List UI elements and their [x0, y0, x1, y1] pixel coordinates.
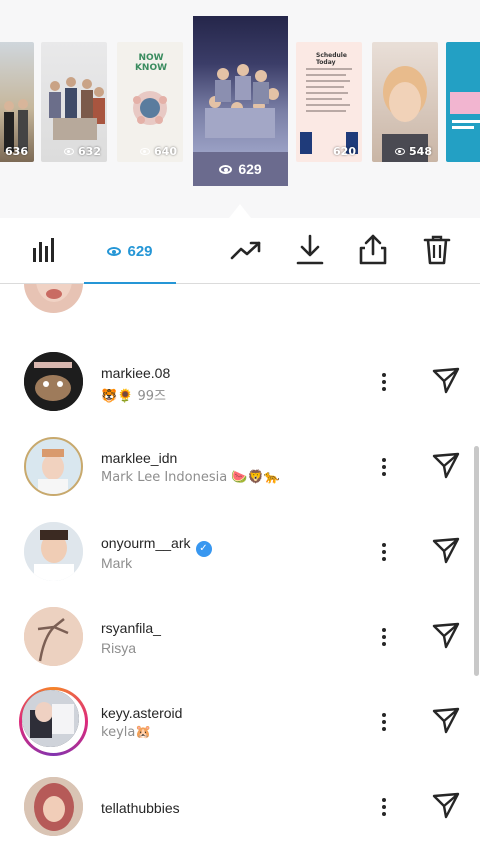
thumbnail-photo: [133, 91, 167, 125]
eye-icon: [140, 148, 151, 155]
share-button[interactable]: [355, 232, 391, 268]
story-thumbnail-5[interactable]: Schedule Today 620: [296, 42, 362, 162]
viewer-username[interactable]: rsyanfila_: [101, 620, 161, 636]
more-options-button[interactable]: [374, 539, 394, 565]
viewer-row[interactable]: onyourm__ark ✓ Mark: [0, 509, 480, 594]
story-viewers-sheet: 636 632 NOW KNOW 640 629 Schedule Today …: [0, 0, 480, 843]
thumbnail-photo: [300, 68, 358, 154]
story-ring[interactable]: [19, 687, 88, 756]
selected-story-pointer: [229, 204, 251, 218]
avatar[interactable]: [24, 437, 83, 496]
share-icon: [359, 234, 387, 265]
bar-chart-icon: [33, 238, 54, 262]
download-button[interactable]: [292, 232, 328, 268]
viewers-tab[interactable]: 629: [84, 218, 176, 284]
send-icon[interactable]: [430, 620, 462, 652]
story-thumbnail-6[interactable]: 548: [372, 42, 438, 162]
eye-icon: [219, 164, 233, 174]
viewer-row[interactable]: keyy.asteroid keyla🐹: [0, 679, 480, 764]
viewer-row[interactable]: temporaryyside 우유: [0, 284, 480, 327]
avatar[interactable]: [24, 777, 83, 836]
viewers-list[interactable]: temporaryyside 우유 markiee.08 🐯🌻 99즈 mark…: [0, 284, 480, 843]
viewer-username[interactable]: tellathubbies: [101, 800, 180, 816]
viewers-tab-count: 629: [127, 242, 153, 260]
send-icon[interactable]: [430, 450, 462, 482]
send-icon[interactable]: [430, 790, 462, 822]
avatar-image: [24, 607, 83, 666]
viewer-row[interactable]: markiee.08 🐯🌻 99즈: [0, 339, 480, 424]
viewer-full-name: Mark Lee Indonesia 🍉🦁🐆: [101, 470, 280, 485]
thumbnail-photo: [49, 77, 105, 140]
thumbnail-view-count: 632: [64, 145, 101, 158]
story-thumbnail-strip[interactable]: 636 632 NOW KNOW 640 629 Schedule Today …: [0, 0, 480, 218]
more-options-button[interactable]: [374, 454, 394, 480]
avatar-image: [24, 777, 83, 836]
delete-button[interactable]: [419, 232, 455, 268]
thumbnail-view-count: 640: [140, 145, 177, 158]
thumbnail-view-count: 620: [333, 145, 356, 158]
thumbnail-photo: [4, 99, 28, 152]
avatar[interactable]: [24, 284, 83, 313]
avatar-image: [38, 449, 68, 494]
viewer-username[interactable]: markiee.08: [101, 365, 170, 381]
more-options-button[interactable]: [374, 369, 394, 395]
send-icon[interactable]: [430, 535, 462, 567]
eye-icon: [395, 148, 406, 155]
avatar[interactable]: [24, 352, 83, 411]
trending-up-icon: [230, 241, 261, 260]
scrollbar[interactable]: [474, 446, 479, 676]
viewer-row[interactable]: rsyanfila_ Risya: [0, 594, 480, 679]
story-thumbnail-1[interactable]: 636: [0, 42, 34, 162]
more-options-button[interactable]: [374, 709, 394, 735]
viewer-full-name: keyla🐹: [101, 725, 152, 740]
thumbnail-photo-art: [205, 64, 279, 138]
send-icon[interactable]: [430, 365, 462, 397]
viewer-username[interactable]: onyourm__ark ✓: [101, 535, 212, 557]
avatar[interactable]: [22, 690, 79, 747]
avatar[interactable]: [24, 522, 83, 581]
thumbnail-photo: [382, 66, 428, 162]
insights-tab[interactable]: [26, 232, 60, 268]
eye-icon: [107, 246, 122, 256]
avatar-image: [24, 352, 83, 411]
more-options-button[interactable]: [374, 794, 394, 820]
viewer-full-name: 🐯🌻 99즈: [101, 389, 167, 404]
avatar-image: [24, 522, 83, 581]
viewer-full-name: Risya: [101, 640, 137, 656]
story-thumbnail-3[interactable]: NOW KNOW 640: [117, 42, 183, 162]
viewer-username[interactable]: marklee_idn: [101, 450, 177, 466]
story-thumbnail-selected[interactable]: 629: [193, 16, 288, 186]
avatar-image: [22, 690, 79, 747]
more-options-button[interactable]: [374, 624, 394, 650]
viewer-username[interactable]: keyy.asteroid: [101, 705, 182, 721]
trash-icon: [423, 235, 451, 265]
thumbnail-photo: [193, 16, 288, 152]
viewer-full-name: Mark: [101, 555, 133, 571]
promote-button[interactable]: [228, 232, 264, 268]
viewer-row[interactable]: tellathubbies: [0, 764, 480, 843]
avatar[interactable]: [24, 607, 83, 666]
eye-icon: [64, 148, 75, 155]
send-icon[interactable]: [430, 705, 462, 737]
story-thumbnail-7[interactable]: [446, 42, 480, 162]
story-insights-toolbar: 629: [0, 218, 480, 284]
verified-badge-icon: ✓: [195, 541, 212, 557]
thumbnail-photo: [450, 92, 480, 129]
thumbnail-view-count: 636: [5, 145, 28, 158]
viewer-row[interactable]: marklee_idn Mark Lee Indonesia 🍉🦁🐆: [0, 424, 480, 509]
avatar-image: [36, 284, 72, 302]
selected-view-count: 629: [193, 152, 288, 186]
thumbnail-view-count: 548: [395, 145, 432, 158]
download-icon: [296, 234, 324, 265]
story-thumbnail-2[interactable]: 632: [41, 42, 107, 162]
